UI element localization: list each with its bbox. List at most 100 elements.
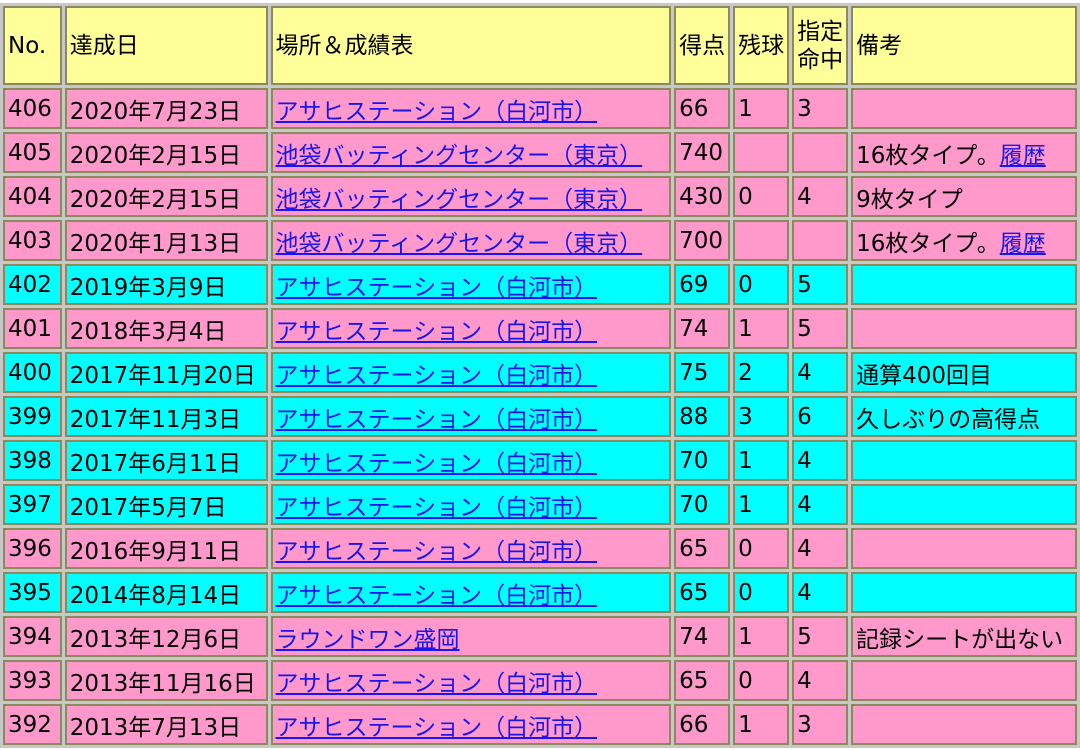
header-row: No. 達成日 場所＆成績表 得点 残球 指定 命中 備考 — [3, 6, 1077, 85]
cell-remaining: 1 — [733, 308, 790, 349]
cell-no: 392 — [3, 704, 62, 745]
header-place: 場所＆成績表 — [270, 6, 672, 85]
cell-target — [792, 132, 849, 173]
cell-target: 6 — [792, 396, 849, 437]
cell-remaining: 0 — [733, 660, 790, 701]
header-target: 指定 命中 — [792, 6, 849, 85]
cell-score: 70 — [674, 484, 731, 525]
cell-target — [792, 220, 849, 261]
cell-remaining: 1 — [733, 440, 790, 481]
place-link[interactable]: アサヒステーション（白河市） — [276, 583, 598, 609]
cell-no: 404 — [3, 176, 62, 217]
table-row-401: 401 2018年3月4日 アサヒステーション（白河市） 74 1 5 — [3, 308, 1077, 349]
place-link[interactable]: ラウンドワン盛岡 — [276, 627, 460, 653]
cell-no: 403 — [3, 220, 62, 261]
cell-score: 69 — [674, 264, 731, 305]
cell-note: 記録シートが出ない — [851, 616, 1077, 657]
cell-place: ラウンドワン盛岡 — [270, 616, 672, 657]
cell-date: 2017年11月3日 — [64, 396, 268, 437]
table-row-404: 404 2020年2月15日 池袋バッティングセンター（東京） 430 0 4 … — [3, 176, 1077, 217]
cell-score: 74 — [674, 308, 731, 349]
cell-note: 9枚タイプ — [851, 176, 1077, 217]
cell-target: 4 — [792, 352, 849, 393]
cell-place: 池袋バッティングセンター（東京） — [270, 220, 672, 261]
table-row-400: 400 2017年11月20日 アサヒステーション（白河市） 75 2 4 通算… — [3, 352, 1077, 393]
cell-note: 通算400回目 — [851, 352, 1077, 393]
cell-target: 3 — [792, 88, 849, 129]
place-link[interactable]: アサヒステーション（白河市） — [276, 319, 598, 345]
records-table: No. 達成日 場所＆成績表 得点 残球 指定 命中 備考 406 2020年7月… — [0, 3, 1080, 748]
cell-score: 74 — [674, 616, 731, 657]
history-link[interactable]: 履歴 — [1000, 231, 1046, 257]
place-link[interactable]: 池袋バッティングセンター（東京） — [276, 231, 643, 257]
cell-remaining: 1 — [733, 484, 790, 525]
header-target-line2: 命中 — [797, 46, 844, 73]
cell-target: 5 — [792, 616, 849, 657]
cell-target: 4 — [792, 440, 849, 481]
table-row-396: 396 2016年9月11日 アサヒステーション（白河市） 65 0 4 — [3, 528, 1077, 569]
note-text: 16枚タイプ。 — [856, 142, 1000, 169]
cell-place: アサヒステーション（白河市） — [270, 308, 672, 349]
table-row-392: 392 2013年7月13日 アサヒステーション（白河市） 66 1 3 — [3, 704, 1077, 745]
cell-no: 393 — [3, 660, 62, 701]
place-link[interactable]: 池袋バッティングセンター（東京） — [276, 187, 643, 213]
table-row-398: 398 2017年6月11日 アサヒステーション（白河市） 70 1 4 — [3, 440, 1077, 481]
cell-remaining: 0 — [733, 572, 790, 613]
table-row-405: 405 2020年2月15日 池袋バッティングセンター（東京） 740 16枚タ… — [3, 132, 1077, 173]
page: No. 達成日 場所＆成績表 得点 残球 指定 命中 備考 406 2020年7月… — [0, 0, 1080, 750]
table-row-395: 395 2014年8月14日 アサヒステーション（白河市） 65 0 4 — [3, 572, 1077, 613]
cell-no: 397 — [3, 484, 62, 525]
cell-place: アサヒステーション（白河市） — [270, 440, 672, 481]
cell-date: 2020年2月15日 — [64, 176, 268, 217]
table-row-394: 394 2013年12月6日 ラウンドワン盛岡 74 1 5 記録シートが出ない — [3, 616, 1077, 657]
cell-no: 396 — [3, 528, 62, 569]
table-row-397: 397 2017年5月7日 アサヒステーション（白河市） 70 1 4 — [3, 484, 1077, 525]
cell-remaining — [733, 220, 790, 261]
place-link[interactable]: アサヒステーション（白河市） — [276, 451, 598, 477]
table-row-399: 399 2017年11月3日 アサヒステーション（白河市） 88 3 6 久しぶ… — [3, 396, 1077, 437]
cell-no: 399 — [3, 396, 62, 437]
cell-note — [851, 572, 1077, 613]
cell-place: アサヒステーション（白河市） — [270, 704, 672, 745]
place-link[interactable]: 池袋バッティングセンター（東京） — [276, 143, 643, 169]
place-link[interactable]: アサヒステーション（白河市） — [276, 671, 598, 697]
cell-target: 4 — [792, 660, 849, 701]
cell-target: 5 — [792, 264, 849, 305]
header-notes: 備考 — [851, 6, 1077, 85]
cell-no: 401 — [3, 308, 62, 349]
cell-no: 395 — [3, 572, 62, 613]
cell-score: 65 — [674, 572, 731, 613]
place-link[interactable]: アサヒステーション（白河市） — [276, 363, 598, 389]
header-score: 得点 — [674, 6, 731, 85]
place-link[interactable]: アサヒステーション（白河市） — [276, 275, 598, 301]
cell-remaining: 0 — [733, 528, 790, 569]
cell-no: 402 — [3, 264, 62, 305]
note-text: 久しぶりの高得点 — [856, 406, 1041, 433]
table-row-403: 403 2020年1月13日 池袋バッティングセンター（東京） 700 16枚タ… — [3, 220, 1077, 261]
note-text: 記録シートが出ない — [856, 626, 1064, 653]
cell-score: 700 — [674, 220, 731, 261]
place-link[interactable]: アサヒステーション（白河市） — [276, 495, 598, 521]
cell-score: 65 — [674, 660, 731, 701]
table-row-406: 406 2020年7月23日 アサヒステーション（白河市） 66 1 3 — [3, 88, 1077, 129]
cell-no: 398 — [3, 440, 62, 481]
note-text: 通算400回目 — [856, 362, 993, 389]
place-link[interactable]: アサヒステーション（白河市） — [276, 715, 598, 741]
cell-note — [851, 308, 1077, 349]
cell-date: 2018年3月4日 — [64, 308, 268, 349]
cell-target: 4 — [792, 528, 849, 569]
place-link[interactable]: アサヒステーション（白河市） — [276, 99, 598, 125]
cell-no: 406 — [3, 88, 62, 129]
cell-place: アサヒステーション（白河市） — [270, 572, 672, 613]
history-link[interactable]: 履歴 — [1000, 143, 1046, 169]
cell-score: 430 — [674, 176, 731, 217]
cell-place: アサヒステーション（白河市） — [270, 88, 672, 129]
note-text: 9枚タイプ — [856, 186, 963, 213]
place-link[interactable]: アサヒステーション（白河市） — [276, 539, 598, 565]
cell-date: 2013年11月16日 — [64, 660, 268, 701]
cell-remaining: 1 — [733, 616, 790, 657]
cell-date: 2020年1月13日 — [64, 220, 268, 261]
cell-score: 65 — [674, 528, 731, 569]
place-link[interactable]: アサヒステーション（白河市） — [276, 407, 598, 433]
cell-date: 2020年7月23日 — [64, 88, 268, 129]
